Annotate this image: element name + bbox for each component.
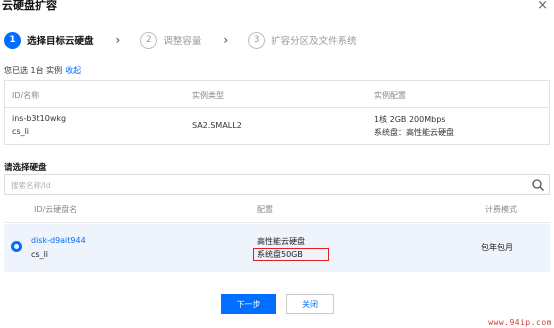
instance-config-disk: 系统盘：高性能云硬盘: [374, 128, 454, 137]
collapse-link[interactable]: 收起: [65, 66, 81, 75]
close-icon[interactable]: ×: [537, 0, 548, 12]
disk-id-link[interactable]: disk-d9ait944: [31, 236, 86, 245]
instance-type: SA2.SMALL2: [192, 121, 242, 130]
column-header-config: 实例配置: [374, 91, 406, 100]
disk-billing: 包年包月: [481, 243, 513, 252]
instance-table: ID/名称 实例类型 实例配置 ins-b3t10wkg cs_li SA2.S…: [4, 80, 550, 145]
table-row: ins-b3t10wkg cs_li SA2.SMALL2 1核 2GB 200…: [5, 108, 549, 145]
step-1-label: 选择目标云硬盘: [27, 36, 94, 47]
instance-id: ins-b3t10wkg: [12, 114, 67, 123]
step-3-label: 扩容分区及文件系统: [271, 36, 357, 47]
highlight-box: [253, 248, 329, 261]
disk-name: cs_li: [31, 250, 49, 259]
selected-instances-summary: 您已选 1台 实例 收起: [4, 65, 81, 76]
column-header-type: 实例类型: [192, 91, 224, 100]
instance-name: cs_li: [12, 127, 30, 136]
disk-section-title: 请选择硬盘: [4, 163, 47, 173]
column-header-billing: 计费模式: [485, 205, 517, 214]
step-2: 2 调整容量: [140, 31, 202, 49]
next-button[interactable]: 下一步: [221, 294, 276, 314]
instance-table-header: ID/名称 实例类型 实例配置: [5, 81, 549, 108]
instance-config-spec: 1核 2GB 200Mbps: [374, 115, 446, 124]
disk-radio-button[interactable]: [11, 241, 22, 252]
close-button[interactable]: 关闭: [286, 294, 334, 314]
column-header-disk-config: 配置: [257, 205, 273, 214]
search-placeholder: 搜索名称/Id: [11, 181, 51, 190]
search-icon[interactable]: [531, 178, 545, 192]
disk-table-header: ID/云硬盘名 配置 计费模式: [4, 196, 550, 223]
column-header-id: ID/名称: [12, 91, 40, 100]
step-3: 3 扩容分区及文件系统: [248, 31, 357, 49]
step-2-label: 调整容量: [163, 36, 202, 47]
dialog-title: 云硬盘扩容: [2, 0, 57, 12]
step-3-number: 3: [248, 31, 266, 49]
search-input[interactable]: 搜索名称/Id: [4, 174, 550, 195]
step-1: 1 选择目标云硬盘: [4, 31, 94, 49]
table-row[interactable]: disk-d9ait944 cs_li 高性能云硬盘 系统盘50GB 包年包月: [4, 224, 550, 272]
watermark: www.94ip.com: [488, 318, 552, 327]
step-1-number: 1: [4, 31, 21, 49]
step-2-number: 2: [140, 31, 158, 49]
selected-count-text: 您已选 1台 实例: [4, 66, 63, 75]
step-indicator: 1 选择目标云硬盘 › 2 调整容量 › 3 扩容分区及文件系统: [4, 31, 357, 49]
disk-type: 高性能云硬盘: [257, 237, 305, 246]
column-header-disk-id: ID/云硬盘名: [34, 205, 78, 214]
chevron-right-icon: ›: [223, 33, 229, 47]
chevron-right-icon: ›: [115, 33, 121, 47]
